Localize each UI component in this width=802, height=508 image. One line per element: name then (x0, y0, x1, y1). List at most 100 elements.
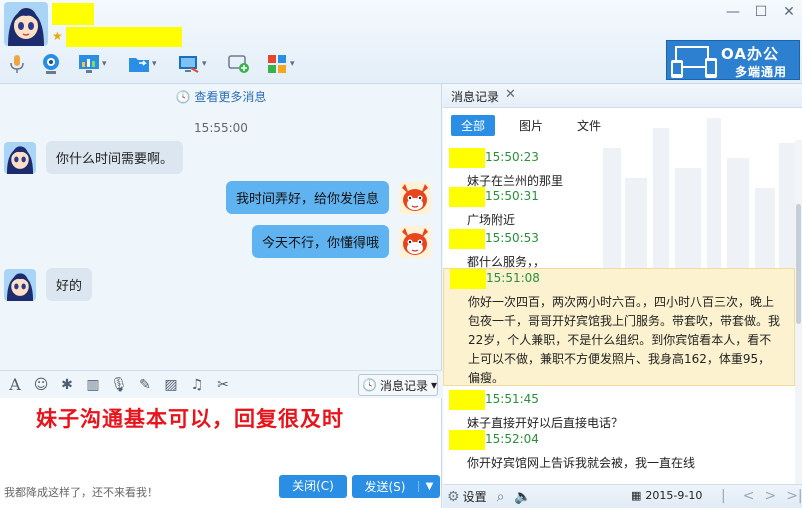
gif-icon[interactable]: ▥ (82, 374, 104, 396)
chevron-down-icon[interactable]: ▾ (152, 59, 157, 69)
history-entry: 15:50:23 妹子在兰州的那里 (443, 148, 795, 191)
chat-message-area: 🕓 查看更多消息 15:55:00 你什么时间需要啊。 我时间弄好，给你发信息 (0, 84, 442, 370)
webcam-icon (40, 53, 62, 75)
send-options-arrow[interactable]: ▼ (418, 481, 440, 492)
speaker-icon[interactable]: 🔈 (514, 489, 531, 505)
message-row: 你什么时间需要啊。 (4, 141, 184, 174)
redacted-sender (449, 390, 485, 410)
history-scrollbar[interactable] (795, 140, 802, 484)
font-icon[interactable]: A (4, 374, 26, 396)
chevron-down-icon: ▾ (430, 378, 437, 392)
self-avatar[interactable] (399, 181, 431, 214)
contact-avatar[interactable] (4, 268, 36, 301)
history-time: 15:50:23 (485, 150, 539, 164)
input-toolbar: A ☺ ✱ ▥ 🎙 ✎ ▨ ♫ ✂ 🕓 消息记录 ▾ (0, 370, 442, 398)
history-entry: 15:52:04 你开好宾馆网上告诉我就会被，我一直在线 (443, 430, 795, 473)
filter-files[interactable]: 文件 (567, 115, 611, 136)
tab-message-history[interactable]: 消息记录 (451, 88, 499, 105)
close-button[interactable]: 关闭(C) (279, 475, 347, 498)
history-text[interactable]: 广场附近 (443, 207, 795, 230)
contact-avatar[interactable] (4, 141, 36, 174)
prev-page-icon[interactable]: < (743, 488, 755, 508)
outgoing-message-bubble[interactable]: 我时间弄好，给你发信息 (225, 181, 389, 214)
voice-message-icon[interactable]: 🎙 (108, 374, 130, 396)
apps-button[interactable]: ▾ (266, 52, 295, 76)
maximize-button[interactable]: ☐ (754, 4, 768, 20)
redacted-username (52, 3, 94, 25)
history-entry: 15:50:53 都什么服务，， (443, 229, 795, 272)
settings-button[interactable]: ⚙ 设置 (447, 488, 487, 505)
history-time: 15:52:04 (485, 432, 539, 446)
gear-icon: ⚙ (447, 488, 460, 505)
history-time: 15:51:45 (485, 392, 539, 406)
last-page-icon[interactable]: >| (786, 488, 802, 508)
chevron-down-icon[interactable]: ▾ (290, 59, 295, 69)
history-time: 15:51:08 (486, 271, 540, 285)
next-page-icon[interactable]: > (764, 488, 776, 508)
overlay-annotation: 妹子沟通基本可以，回复很及时 (36, 407, 344, 431)
shake-window-icon[interactable]: ✱ (56, 374, 78, 396)
view-more-messages-link[interactable]: 🕓 查看更多消息 (0, 88, 442, 105)
history-entry-selected[interactable]: 15:51:08 你好一次四百，两次两小时六百。，四小时八百三次，晚上包夜一千，… (443, 268, 795, 386)
redacted-sender (449, 187, 485, 207)
first-page-icon[interactable]: |< (721, 488, 733, 508)
redacted-signature (66, 27, 182, 47)
remote-desktop-button[interactable]: ▾ (78, 52, 107, 76)
message-history-panel: 消息记录 ✕ 全部 图片 文件 15:50:23 妹子在兰州的那里 15:50:… (443, 84, 802, 508)
close-icon[interactable]: ✕ (505, 87, 516, 102)
screen-share-button[interactable]: ▾ (178, 52, 207, 76)
folder-transfer-icon (128, 53, 150, 75)
incoming-message-bubble[interactable]: 你什么时间需要啊。 (46, 141, 184, 174)
oa-ad-banner[interactable]: OA办公 多端通用 (666, 40, 800, 80)
history-message-list: 15:50:23 妹子在兰州的那里 15:50:31 广场附近 15:50:53… (443, 140, 795, 484)
music-icon[interactable]: ♫ (186, 374, 208, 396)
scissors-screenshot-icon[interactable]: ✂ (212, 374, 234, 396)
incoming-message-bubble[interactable]: 好的 (46, 268, 93, 301)
calendar-icon: ▦ (631, 489, 642, 502)
filter-all[interactable]: 全部 (451, 115, 496, 136)
voice-call-button[interactable] (6, 52, 28, 76)
view-more-label: 查看更多消息 (194, 90, 267, 104)
redacted-sender (449, 229, 485, 249)
chevron-down-icon[interactable]: ▾ (102, 59, 107, 69)
banner-subtitle: 多端通用 (735, 65, 788, 79)
send-button[interactable]: 发送(S) ▼ (352, 475, 440, 498)
microphone-icon (6, 53, 28, 75)
edit-icon[interactable]: ✎ (134, 374, 156, 396)
history-label: 消息记录 (379, 378, 428, 393)
create-discussion-button[interactable] (228, 52, 250, 76)
history-footer: ⚙ 设置 ⌕ 🔈 ▦ 2015-9-10 |< < > >| (443, 484, 802, 508)
history-time: 15:50:31 (485, 189, 539, 203)
ad-hint-text[interactable]: 我都降成这样了，还不来看我！ (4, 484, 158, 500)
history-text[interactable]: 你开好宾馆网上告诉我就会被，我一直在线 (443, 450, 795, 473)
chevron-down-icon[interactable]: ▾ (202, 59, 207, 69)
emoji-icon[interactable]: ☺ (30, 374, 52, 396)
date-picker[interactable]: ▦ 2015-9-10 (631, 489, 702, 502)
outgoing-message-bubble[interactable]: 今天不行，你懂得哦 (251, 225, 389, 258)
message-input-area[interactable]: 妹子沟通基本可以，回复很及时 我都降成这样了，还不来看我！ 关闭(C) 发送(S… (0, 398, 442, 508)
history-date: 2015-9-10 (645, 489, 703, 502)
devices-icon (671, 46, 717, 78)
title-bar: ★ — ☐ ✕ ▾ ▾ ▾ ▾ OA办公 多端通用 (0, 0, 802, 84)
history-tab-bar: 消息记录 ✕ (443, 84, 802, 108)
search-icon[interactable]: ⌕ (497, 489, 505, 505)
send-file-button[interactable]: ▾ (128, 52, 157, 76)
message-row: 好的 (4, 268, 93, 301)
redacted-sender (449, 430, 485, 450)
history-text[interactable]: 你好一次四百，两次两小时六百。，四小时八百三次，晚上包夜一千，哥哥开好宾馆我上门… (444, 289, 794, 388)
scrollbar-thumb[interactable] (796, 204, 801, 324)
history-pagination: |< < > >| (721, 488, 802, 508)
user-avatar[interactable] (4, 2, 48, 46)
minimize-button[interactable]: — (726, 4, 740, 20)
redacted-sender (449, 148, 485, 168)
message-history-button[interactable]: 🕓 消息记录 ▾ (358, 374, 438, 396)
redacted-sender (450, 269, 486, 289)
self-avatar[interactable] (399, 225, 431, 258)
filter-images[interactable]: 图片 (509, 115, 553, 136)
chat-add-icon (228, 53, 250, 75)
video-call-button[interactable] (40, 52, 62, 76)
image-icon[interactable]: ▨ (160, 374, 182, 396)
close-window-button[interactable]: ✕ (782, 4, 796, 20)
message-row: 今天不行，你懂得哦 (251, 225, 431, 258)
history-entry: 15:51:45 妹子直接开好以后直接电话？ (443, 390, 795, 433)
